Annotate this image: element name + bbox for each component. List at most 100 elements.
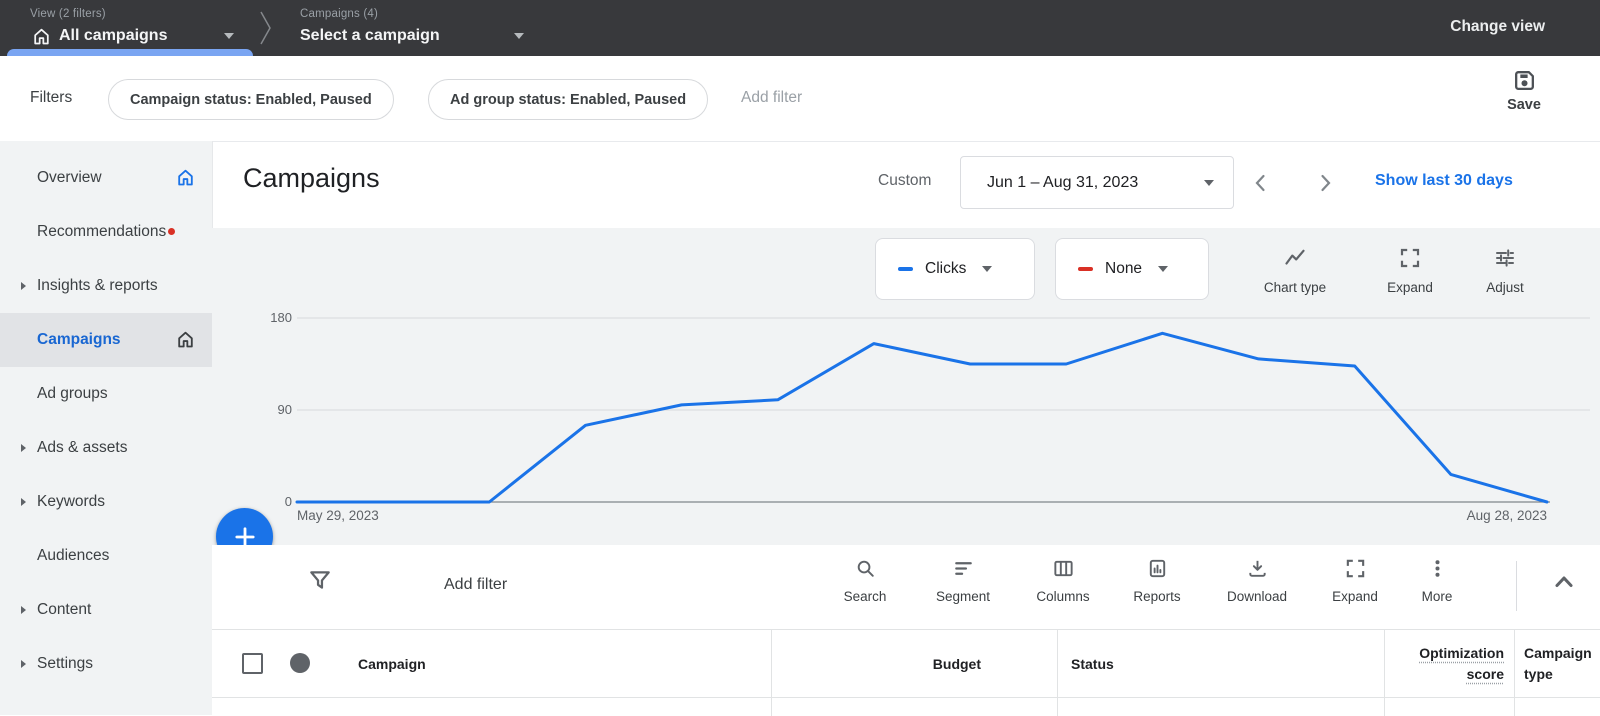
reports-button[interactable]: Reports (1115, 557, 1199, 604)
columns-button[interactable]: Columns (1021, 557, 1105, 604)
sidebar-item-label: Audiences (37, 547, 109, 565)
column-header-budget[interactable]: Budget (771, 656, 981, 672)
sidebar-item-content[interactable]: Content (0, 583, 212, 637)
columns-label: Columns (1021, 589, 1105, 604)
sidebar-item-label: Settings (37, 655, 93, 673)
sidebar-item-keywords[interactable]: Keywords (0, 475, 212, 529)
search-button[interactable]: Search (823, 557, 907, 604)
column-divider (1384, 630, 1385, 716)
status-filter-dot[interactable] (290, 653, 310, 673)
more-label: More (1395, 589, 1479, 604)
filter-chip-campaign-status[interactable]: Campaign status: Enabled, Paused (108, 79, 394, 120)
expand-arrow-icon[interactable] (21, 498, 26, 506)
save-icon (1512, 68, 1537, 93)
filters-label: Filters (30, 89, 72, 107)
expand-arrow-icon[interactable] (21, 660, 26, 668)
top-navigation-bar: View (2 filters) All campaigns Campaigns… (0, 0, 1600, 56)
search-label: Search (823, 589, 907, 604)
expand-arrow-icon[interactable] (21, 282, 26, 290)
more-button[interactable]: More (1395, 557, 1479, 604)
select-all-checkbox[interactable] (242, 653, 263, 674)
metric-select-primary[interactable]: Clicks (875, 238, 1035, 300)
sidebar-item-label: Ads & assets (37, 439, 127, 457)
page-title: Campaigns (243, 163, 380, 194)
column-header-campaign[interactable]: Campaign (358, 656, 426, 672)
next-period-button[interactable] (1313, 171, 1337, 195)
toolbar-divider (1516, 561, 1517, 611)
chevron-down-icon (1158, 266, 1168, 272)
expand-arrow-icon[interactable] (21, 444, 26, 452)
expand-chart-button[interactable]: Expand (1360, 246, 1460, 295)
change-view-button[interactable]: Change view (1450, 18, 1545, 36)
adjust-label: Adjust (1455, 280, 1555, 295)
expand-table-button[interactable]: Expand (1313, 557, 1397, 604)
performance-chart-panel: 180 90 0 May 29, 2023 Aug 28, 2023 Click… (212, 228, 1600, 545)
segment-label: Segment (921, 589, 1005, 604)
columns-icon (1052, 557, 1075, 580)
date-range-value: Jun 1 – Aug 31, 2023 (987, 174, 1138, 192)
filter-funnel-icon[interactable] (307, 567, 333, 593)
expand-arrow-icon[interactable] (21, 606, 26, 614)
chevron-down-icon[interactable] (514, 33, 524, 39)
all-campaigns-selector[interactable]: All campaigns (59, 27, 167, 45)
table-toolbar: Add filter Search Segment Columns Report… (212, 545, 1600, 629)
home-icon (175, 167, 196, 188)
chart-type-button[interactable]: Chart type (1245, 246, 1345, 295)
chart-type-icon (1283, 246, 1307, 270)
previous-period-button[interactable] (1249, 171, 1273, 195)
clicks-line (297, 333, 1547, 502)
show-last-30-days-link[interactable]: Show last 30 days (1375, 172, 1513, 190)
save-button[interactable]: Save (1496, 68, 1552, 113)
column-header-status[interactable]: Status (1071, 656, 1114, 672)
chevron-down-icon (1204, 180, 1214, 186)
sidebar-item-overview[interactable]: Overview (0, 151, 212, 205)
sidebar-item-insights-reports[interactable]: Insights & reports (0, 259, 212, 313)
expand-label: Expand (1360, 280, 1460, 295)
save-label: Save (1496, 97, 1552, 113)
sidebar-item-label: Keywords (37, 493, 105, 511)
chart-type-label: Chart type (1245, 280, 1345, 295)
y-axis-tick: 180 (250, 310, 292, 325)
reports-label: Reports (1115, 589, 1199, 604)
metric-color-swatch (898, 267, 913, 271)
column-header-optimization-score[interactable]: Optimization score (1408, 643, 1504, 685)
column-divider (1057, 630, 1058, 716)
metric-select-secondary[interactable]: None (1055, 238, 1209, 300)
date-range-picker[interactable]: Jun 1 – Aug 31, 2023 (960, 156, 1234, 209)
y-axis-tick: 0 (250, 494, 292, 509)
sidebar-item-ad-groups[interactable]: Ad groups (0, 367, 212, 421)
sidebar-item-label: Insights & reports (37, 277, 158, 295)
select-campaign-selector[interactable]: Select a campaign (300, 27, 440, 45)
campaigns-table-header: Campaign Budget Status Optimization scor… (212, 629, 1600, 716)
expand-icon (1398, 246, 1422, 270)
download-button[interactable]: Download (1215, 557, 1299, 604)
view-filters-label: View (2 filters) (30, 8, 106, 20)
x-axis-end-label: Aug 28, 2023 (1397, 508, 1547, 523)
notification-dot (168, 228, 175, 235)
breadcrumb-separator-icon (256, 4, 276, 52)
sidebar-item-settings[interactable]: Settings (0, 637, 212, 691)
sidebar-item-campaigns[interactable]: Campaigns (0, 313, 212, 367)
campaigns-count-label: Campaigns (4) (300, 8, 378, 20)
chevron-down-icon[interactable] (224, 33, 234, 39)
column-header-campaign-type[interactable]: Campaign type (1524, 643, 1600, 685)
adjust-chart-button[interactable]: Adjust (1455, 246, 1555, 295)
table-add-filter[interactable]: Add filter (444, 576, 507, 594)
collapse-chevron-up-icon[interactable] (1550, 568, 1578, 596)
sidebar-item-label: Ad groups (37, 385, 108, 403)
x-axis-start-label: May 29, 2023 (297, 508, 379, 523)
download-label: Download (1215, 589, 1299, 604)
add-filter-link[interactable]: Add filter (741, 89, 802, 107)
metric-label: None (1105, 260, 1142, 278)
more-vertical-icon (1426, 557, 1449, 580)
sidebar-item-ads-assets[interactable]: Ads & assets (0, 421, 212, 475)
date-range-mode-label: Custom (878, 172, 931, 190)
adjust-sliders-icon (1493, 246, 1517, 270)
segment-button[interactable]: Segment (921, 557, 1005, 604)
sidebar-item-audiences[interactable]: Audiences (0, 529, 212, 583)
y-axis-tick: 90 (250, 402, 292, 417)
home-icon (31, 26, 52, 47)
sidebar-item-recommendations[interactable]: Recommendations (0, 205, 212, 259)
filter-chip-adgroup-status[interactable]: Ad group status: Enabled, Paused (428, 79, 708, 120)
metric-label: Clicks (925, 260, 966, 278)
